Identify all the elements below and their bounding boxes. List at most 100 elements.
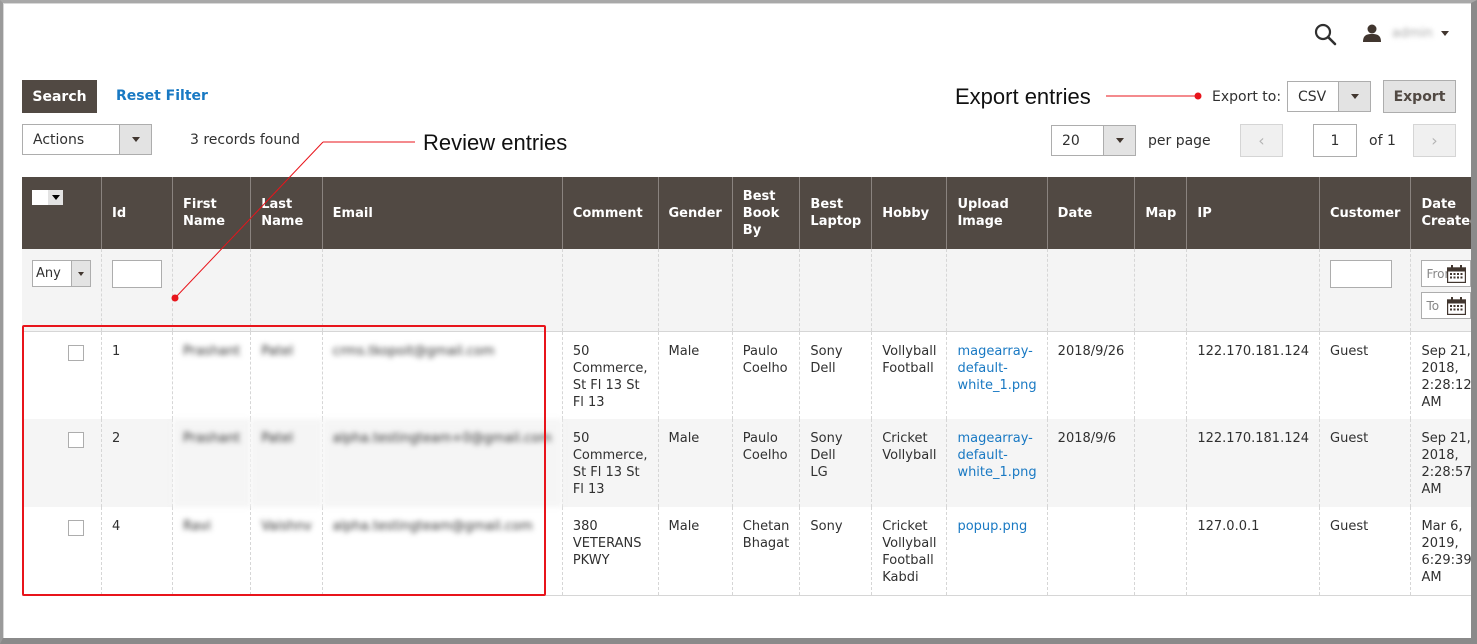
cell-hobby: Cricket Vollyball Football Kabdi (871, 507, 947, 596)
table-row[interactable]: 2 Prashant Patel alpha.testingteam+0@gmail.… (22, 419, 1471, 507)
image-link-text[interactable]: magearray- (957, 430, 1036, 447)
cell-comment: 380 VETERANS PKWY (561, 507, 659, 596)
cell-id: 1 (101, 331, 173, 419)
filter-cell-id (101, 249, 173, 332)
cell-line: VETERANS (572, 536, 642, 551)
cell-line: PKWY (572, 553, 610, 568)
image-link-text[interactable]: magearray- (957, 343, 1036, 360)
cell-select (22, 419, 102, 507)
cell-line: Kabdi (882, 570, 919, 585)
column-header-best-book-by[interactable]: Best Book By (731, 177, 800, 249)
cell-customer: Guest (1319, 331, 1411, 419)
cell-comment: 50 Commerce, St Fl 13 St Fl 13 (561, 419, 659, 507)
column-header-last-name[interactable]: Last Name (250, 177, 323, 249)
customer-filter-input[interactable] (1330, 260, 1393, 288)
cell-map (1134, 331, 1187, 419)
page: admin Search Reset Filter Actions 3 reco… (0, 0, 1471, 638)
cell-email: crms.tkopoit@gmail.com (321, 331, 563, 419)
column-header-date-created[interactable]: Date Created (1410, 177, 1471, 249)
image-link-text[interactable]: white_1.png (957, 377, 1036, 394)
cell-line: Paulo (742, 343, 778, 359)
row-checkbox[interactable] (68, 432, 84, 448)
row-checkbox[interactable] (68, 344, 84, 361)
cell-line: AM (1421, 570, 1442, 585)
cell-line: Bhagat (742, 536, 790, 551)
cell-first-name: Ravi (171, 507, 251, 596)
cell-ip: 122.170.181.124 (1186, 419, 1320, 507)
image-link-text[interactable]: white_1.png (957, 464, 1036, 481)
column-header-hobby[interactable]: Hobby (871, 177, 947, 249)
filter-cell-empty (1134, 249, 1187, 332)
mass-select-dropdown[interactable] (32, 190, 63, 205)
image-link-text[interactable]: default- (957, 360, 1036, 377)
cell-line: Cricket (882, 431, 928, 446)
column-header-map[interactable]: Map (1134, 177, 1187, 249)
filter-cell-empty (871, 249, 947, 332)
column-header-customer[interactable]: Customer (1319, 177, 1411, 249)
filter-cell-select: Any (22, 249, 102, 332)
column-header-select (22, 177, 102, 249)
cell-line: 2018, (1421, 448, 1459, 463)
row-checkbox[interactable] (68, 520, 84, 536)
table-row[interactable]: 1 Prashant Patel crms.tkopoit@gmail.com 50 Co… (22, 331, 1471, 419)
cell-select (22, 331, 102, 419)
cell-gender: Male (657, 507, 733, 596)
cell-line: Sony (810, 519, 843, 534)
table-row[interactable]: 4 Ravi Vaishnv alpha.testingteam@gmail.com 3… (22, 507, 1471, 596)
calendar-icon[interactable] (1447, 265, 1467, 283)
column-header-ip[interactable]: IP (1186, 177, 1320, 249)
caret-down-icon (48, 190, 63, 205)
column-header-gender[interactable]: Gender (657, 177, 733, 249)
cell-hobby: Cricket Vollyball (871, 419, 947, 507)
column-header-upload-image[interactable]: Upload Image (946, 177, 1048, 249)
date-to-input[interactable]: To (1421, 292, 1471, 319)
column-header-comment[interactable]: Comment (561, 177, 659, 249)
cell-line: Commerce, (572, 448, 648, 463)
cell-line: Fl 13 (572, 482, 605, 497)
cell-date (1046, 507, 1135, 596)
cell-date: 2018/9/26 (1046, 331, 1135, 419)
cell-customer: Guest (1319, 419, 1411, 507)
cell-line: Cricket (882, 519, 928, 534)
cell-gender: Male (657, 331, 733, 419)
filter-cell-empty (561, 249, 659, 332)
cell-first-name: Prashant (171, 419, 251, 507)
cell-best-book-by: Paulo Coelho (731, 331, 800, 419)
column-header-best-laptop[interactable]: Best Laptop (799, 177, 872, 249)
cell-upload-image[interactable]: magearray-default-white_1.png (946, 419, 1048, 507)
column-header-date[interactable]: Date (1046, 177, 1135, 249)
cell-line: St Fl 13 St (572, 377, 640, 393)
entries-grid: Id First Name Last Name Email Comment Ge… (22, 177, 1471, 596)
cell-line: 6:29:39 (1421, 553, 1471, 568)
cell-line: Dell (810, 448, 836, 463)
filter-cell-empty (171, 249, 251, 332)
filter-cell-date-created: From To (1410, 249, 1471, 332)
cell-line: Football (882, 553, 934, 568)
cell-select (22, 507, 102, 596)
select-filter-dropdown[interactable]: Any (32, 260, 91, 287)
filter-cell-empty (1186, 249, 1320, 332)
image-link-text[interactable]: popup.png (957, 518, 1036, 535)
image-link-text[interactable]: default- (957, 447, 1036, 464)
filter-cell-empty (250, 249, 323, 332)
cell-line: Football (882, 360, 934, 376)
select-filter-value: Any (36, 266, 61, 281)
cell-upload-image[interactable]: popup.png (946, 507, 1048, 596)
cell-upload-image[interactable]: magearray-default-white_1.png (946, 331, 1048, 419)
mass-select-checkbox[interactable] (32, 190, 48, 205)
date-from-input[interactable]: From (1421, 260, 1471, 287)
cell-line: Paulo (742, 431, 778, 446)
calendar-icon[interactable] (1447, 297, 1467, 315)
cell-map (1134, 419, 1187, 507)
cell-comment: 50 Commerce, St Fl 13 St Fl 13 (561, 331, 659, 419)
cell-line: 50 (572, 343, 590, 359)
column-header-first-name[interactable]: First Name (171, 177, 251, 249)
cell-line: AM (1421, 394, 1442, 410)
cell-date: 2018/9/6 (1046, 419, 1135, 507)
cell-line: 2018, (1421, 360, 1459, 376)
id-filter-input[interactable] (112, 260, 162, 288)
filter-cell-empty (1046, 249, 1135, 332)
cell-line: Coelho (742, 448, 788, 463)
column-header-email[interactable]: Email (321, 177, 563, 249)
column-header-id[interactable]: Id (101, 177, 173, 249)
